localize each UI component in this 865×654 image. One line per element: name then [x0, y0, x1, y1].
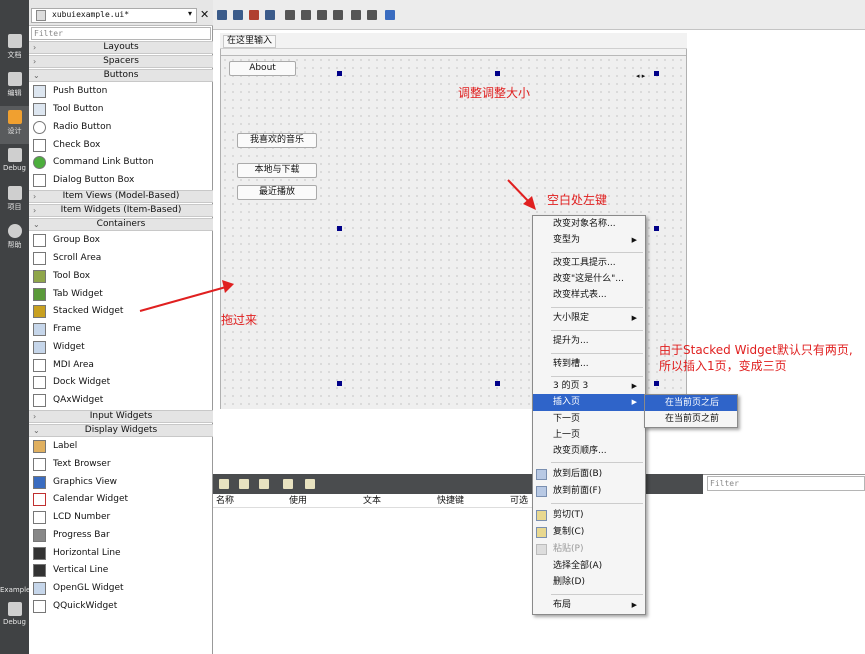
menu-separator	[551, 330, 643, 331]
scissors-icon	[536, 510, 547, 521]
menu-change-whats-this[interactable]: 改变"这是什么"...	[533, 271, 645, 288]
insert-after-current-page[interactable]: 在当前页之后	[645, 395, 737, 411]
menu-separator	[551, 503, 643, 504]
chevron-right-icon: ▶	[631, 236, 637, 244]
menu-separator	[551, 462, 643, 463]
menu-separator	[551, 252, 643, 253]
configure-icon[interactable]	[305, 479, 315, 489]
menu-insert-page[interactable]: 插入页 ▶	[533, 394, 645, 411]
chevron-right-icon: ▶	[631, 398, 637, 406]
copy-icon	[536, 527, 547, 538]
menu-promote-to[interactable]: 提升为...	[533, 333, 645, 350]
context-menu: 改变对象名称... 变型为 ▶ 改变工具提示... 改变"这是什么"... 改变样…	[532, 215, 646, 615]
insert-before-current-page[interactable]: 在当前页之前	[645, 411, 737, 427]
menu-paste[interactable]: 粘贴(P)	[533, 541, 645, 558]
menu-select-all[interactable]: 选择全部(A)	[533, 558, 645, 575]
paste-action-icon[interactable]	[259, 479, 269, 489]
right-click-arrow	[507, 179, 531, 204]
menu-layout[interactable]: 布局 ▶	[533, 597, 645, 614]
menu-morph-into[interactable]: 变型为 ▶	[533, 232, 645, 249]
menu-send-to-back[interactable]: 放到后面(B)	[533, 466, 645, 483]
menu-bring-to-front[interactable]: 放到前面(F)	[533, 483, 645, 500]
menu-copy[interactable]: 复制(C)	[533, 524, 645, 541]
chevron-right-icon: ▶	[631, 382, 637, 390]
paste-icon	[536, 544, 547, 555]
chevron-right-icon: ▶	[631, 314, 637, 322]
menu-separator	[551, 376, 643, 377]
new-action-icon[interactable]	[219, 479, 229, 489]
bring-to-front-icon	[536, 486, 547, 497]
drag-arrow-head	[222, 280, 234, 293]
menu-change-object-name[interactable]: 改变对象名称...	[533, 216, 645, 233]
delete-action-icon[interactable]	[283, 479, 293, 489]
menu-go-to-slot[interactable]: 转到槽...	[533, 356, 645, 373]
menu-separator	[551, 594, 643, 595]
menu-cut[interactable]: 剪切(T)	[533, 507, 645, 524]
insert-page-submenu: 在当前页之后 在当前页之前	[644, 394, 738, 428]
menu-next-page[interactable]: 下一页	[533, 411, 645, 428]
chevron-right-icon: ▶	[631, 601, 637, 609]
menu-change-page-order[interactable]: 改变页顺序...	[533, 443, 645, 460]
menu-page-of[interactable]: 3 的页 3 ▶	[533, 378, 645, 395]
property-filter-input[interactable]: Filter	[707, 476, 865, 491]
menu-delete[interactable]: 删除(D)	[533, 574, 645, 591]
copy-action-icon[interactable]	[239, 479, 249, 489]
menu-separator	[551, 307, 643, 308]
menu-size-constraints[interactable]: 大小限定 ▶	[533, 310, 645, 327]
menu-separator	[551, 353, 643, 354]
menu-change-tooltip[interactable]: 改变工具提示...	[533, 255, 645, 272]
action-table-header: 名称 使用 文本 快捷键 可选	[213, 494, 533, 508]
menu-change-stylesheet[interactable]: 改变样式表...	[533, 287, 645, 304]
send-to-back-icon	[536, 469, 547, 480]
menu-previous-page[interactable]: 上一页	[533, 427, 645, 444]
drag-arrow	[139, 286, 227, 312]
